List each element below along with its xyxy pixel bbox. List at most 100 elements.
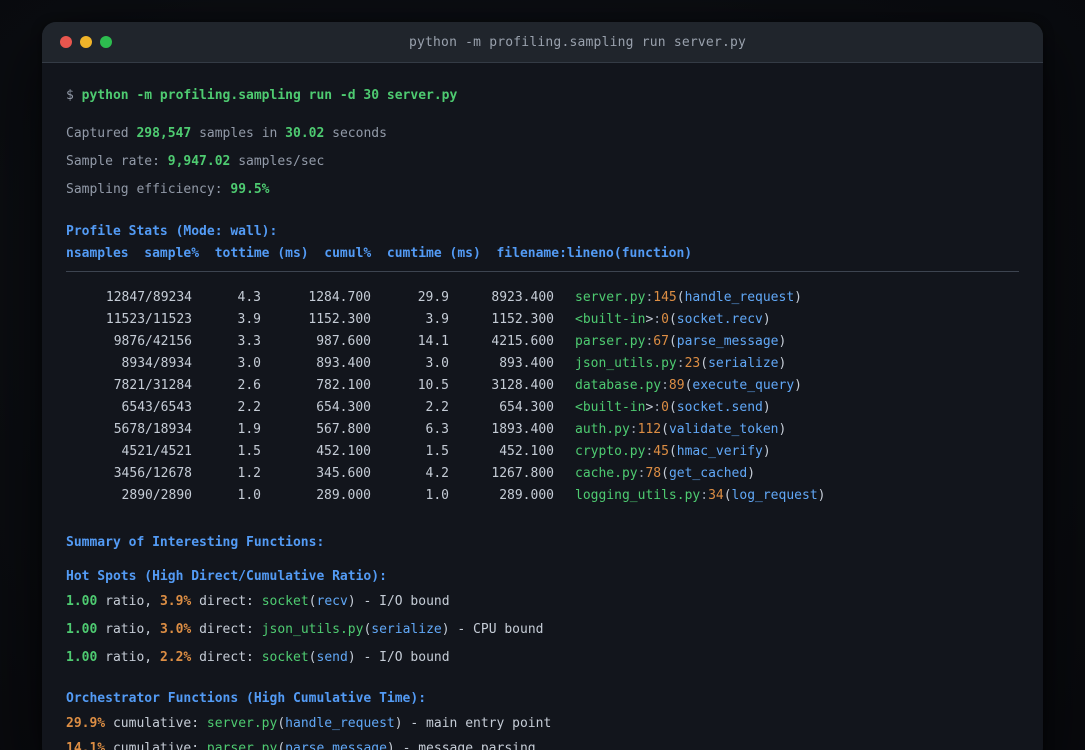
cell-function-ref: <built-in>:0(socket.send): [575, 400, 771, 415]
close-button[interactable]: [60, 36, 72, 48]
stat-line: Sampling efficiency: 99.5%: [66, 182, 270, 197]
line-number: 89: [668, 378, 685, 393]
cell-cumtime_ms: 4215.600: [491, 334, 554, 349]
hot-spot-line: 1.00 ratio, 2.2% direct: socket(send) - …: [66, 650, 450, 665]
cell-nsamples: 7821/31284: [113, 378, 192, 393]
file-name: crypto.py: [575, 444, 646, 459]
cell-nsamples: 9876/42156: [113, 334, 192, 349]
capture-stats: Captured 298,547 samples in 30.02 second…: [66, 125, 1019, 199]
cell-sample_pct: 3.3: [237, 334, 261, 349]
file-name: auth.py: [575, 422, 630, 437]
table-divider: [66, 271, 1019, 272]
cell-function-ref: logging_utils.py:34(log_request): [575, 488, 826, 503]
orchestrators-list: 29.9% cumulative: server.py(handle_reque…: [66, 715, 1019, 750]
terminal-content: $ python -m profiling.sampling run -d 30…: [42, 63, 1043, 750]
file-name: database.py: [575, 378, 662, 393]
cell-cumul_pct: 6.3: [425, 422, 449, 437]
function-name: execute_query: [692, 378, 795, 393]
cell-cumtime_ms: 8923.400: [491, 290, 554, 305]
cell-function-ref: server.py:145(handle_request): [575, 290, 802, 305]
table-row: 2890/2890 1.0 289.000 1.0 289.000 logging_uti…: [66, 485, 1019, 507]
line-number: 34: [708, 488, 724, 503]
cell-sample_pct: 4.3: [237, 290, 261, 305]
hot-spots-list: 1.00 ratio, 3.9% direct: socket(recv) - …: [66, 593, 1019, 667]
cell-cumtime_ms: 1152.300: [491, 312, 554, 327]
cell-function-ref: auth.py:112(validate_token): [575, 422, 787, 437]
cell-cumul_pct: 29.9: [417, 290, 449, 305]
cell-nsamples: 2890/2890: [121, 488, 192, 503]
function-name: socket.recv: [676, 312, 763, 327]
line-number: 112: [637, 422, 662, 437]
line-number: 78: [645, 466, 662, 481]
cell-nsamples: 8934/8934: [121, 356, 192, 371]
file-name: json_utils.py: [575, 356, 677, 371]
cell-cumtime_ms: 289.000: [499, 488, 554, 503]
function-name: validate_token: [668, 422, 779, 437]
cell-nsamples: 11523/11523: [105, 312, 192, 327]
cell-sample_pct: 1.2: [237, 466, 261, 481]
cell-sample_pct: 2.2: [237, 400, 261, 415]
cell-cumul_pct: 1.5: [425, 444, 449, 459]
cell-cumul_pct: 2.2: [425, 400, 449, 415]
cell-cumul_pct: 3.9: [425, 312, 449, 327]
cell-cumtime_ms: 1267.800: [491, 466, 554, 481]
table-row: 6543/6543 2.2 654.300 2.2 654.300 <built-in>:…: [66, 397, 1019, 419]
table-row: 12847/89234 4.3 1284.700 29.9 8923.400 server…: [66, 287, 1019, 309]
cell-cumul_pct: 14.1: [417, 334, 449, 349]
table-row: 3456/12678 1.2 345.600 4.2 1267.800 cache.py:…: [66, 463, 1019, 485]
cell-function-ref: cache.py:78(get_cached): [575, 466, 756, 481]
cell-tottime_ms: 893.400: [316, 356, 371, 371]
hot-spot-line: 1.00 ratio, 3.0% direct: json_utils.py(s…: [66, 622, 544, 637]
cell-sample_pct: 2.6: [237, 378, 261, 393]
table-row: 4521/4521 1.5 452.100 1.5 452.100 crypto.py:4…: [66, 441, 1019, 463]
cell-nsamples: 12847/89234: [105, 290, 192, 305]
window-controls: [42, 36, 112, 48]
cell-function-ref: <built-in>:0(socket.recv): [575, 312, 771, 327]
hot-spot-line: 1.00 ratio, 3.9% direct: socket(recv) - …: [66, 594, 450, 609]
cell-cumul_pct: 10.5: [417, 378, 449, 393]
cell-cumtime_ms: 654.300: [499, 400, 554, 415]
cell-tottime_ms: 1284.700: [308, 290, 371, 305]
cell-function-ref: json_utils.py:23(serialize): [575, 356, 787, 371]
line-number: 0: [661, 400, 669, 415]
orchestrator-line: 29.9% cumulative: server.py(handle_reque…: [66, 716, 552, 731]
cell-cumul_pct: 1.0: [425, 488, 449, 503]
orchestrator-line: 14.1% cumulative: parser.py(parse_messag…: [66, 741, 536, 750]
cell-nsamples: 3456/12678: [113, 466, 192, 481]
function-name: get_cached: [668, 466, 748, 481]
cell-function-ref: crypto.py:45(hmac_verify): [575, 444, 771, 459]
profile-table: 12847/89234 4.3 1284.700 29.9 8923.400 server…: [66, 287, 1019, 507]
table-row: 8934/8934 3.0 893.400 3.0 893.400 json_utils.…: [66, 353, 1019, 375]
terminal-window: python -m profiling.sampling run server.…: [42, 22, 1043, 750]
cell-sample_pct: 1.5: [237, 444, 261, 459]
line-number: 145: [653, 290, 677, 305]
cell-sample_pct: 3.0: [237, 356, 261, 371]
cell-tottime_ms: 452.100: [316, 444, 371, 459]
table-row: 5678/18934 1.9 567.800 6.3 1893.400 auth.py:1…: [66, 419, 1019, 441]
file-name: cache.py: [575, 466, 638, 481]
cell-tottime_ms: 567.800: [316, 422, 371, 437]
minimize-button[interactable]: [80, 36, 92, 48]
function-name: log_request: [731, 488, 818, 503]
function-name: handle_request: [684, 290, 795, 305]
cell-nsamples: 6543/6543: [121, 400, 192, 415]
function-name: hmac_verify: [676, 444, 763, 459]
cell-tottime_ms: 654.300: [316, 400, 371, 415]
profile-stats-heading: Profile Stats (Mode: wall):: [66, 224, 278, 239]
cell-cumtime_ms: 893.400: [499, 356, 554, 371]
cell-cumtime_ms: 3128.400: [491, 378, 554, 393]
line-number: 0: [661, 312, 669, 327]
file-name: <built-in: [575, 312, 646, 327]
cell-cumul_pct: 4.2: [425, 466, 449, 481]
cell-tottime_ms: 345.600: [316, 466, 371, 481]
maximize-button[interactable]: [100, 36, 112, 48]
line-number: 45: [653, 444, 669, 459]
cell-function-ref: parser.py:67(parse_message): [575, 334, 787, 349]
table-column-headers: nsamples sample% tottime (ms) cumul% cum…: [66, 246, 693, 261]
hot-spots-heading: Hot Spots (High Direct/Cumulative Ratio)…: [66, 569, 387, 584]
function-name: parse_message: [676, 334, 779, 349]
stat-line: Sample rate: 9,947.02 samples/sec: [66, 154, 325, 169]
cell-cumtime_ms: 1893.400: [491, 422, 554, 437]
line-number: 23: [684, 356, 701, 371]
window-title: python -m profiling.sampling run server.…: [408, 34, 747, 50]
